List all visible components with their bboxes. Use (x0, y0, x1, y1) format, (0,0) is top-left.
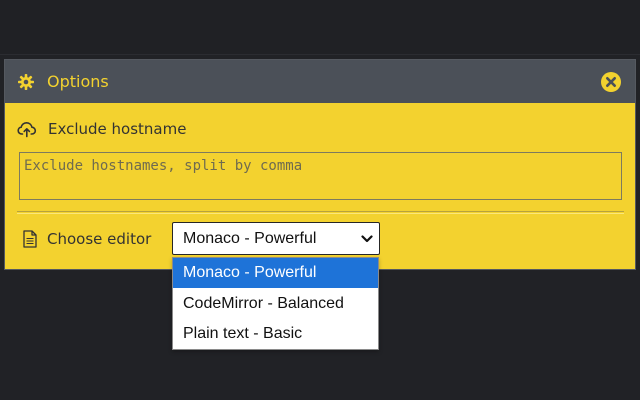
divider-highlight (17, 213, 624, 214)
app-window: Options Exclude hostname Choose editor M… (0, 0, 640, 400)
panel-title: Options (47, 72, 109, 91)
option-plain-text[interactable]: Plain text - Basic (173, 319, 378, 349)
options-panel: Options Exclude hostname Choose editor M… (4, 59, 636, 270)
gear-icon (18, 74, 34, 90)
editor-select-value: Monaco - Powerful (183, 230, 317, 247)
top-bar (0, 0, 640, 55)
exclude-hostnames-input[interactable] (19, 152, 622, 200)
exclude-hostname-label: Exclude hostname (48, 120, 187, 138)
close-icon[interactable] (601, 72, 621, 92)
editor-dropdown-menu: Monaco - Powerful CodeMirror - Balanced … (172, 257, 379, 350)
document-icon (23, 230, 37, 248)
choose-editor-label: Choose editor (47, 230, 152, 248)
option-monaco[interactable]: Monaco - Powerful (173, 258, 378, 288)
cloud-upload-icon (17, 122, 37, 138)
panel-header: Options (5, 60, 635, 103)
divider (17, 211, 624, 212)
option-codemirror[interactable]: CodeMirror - Balanced (173, 289, 378, 319)
chevron-down-icon (361, 235, 373, 243)
editor-select[interactable]: Monaco - Powerful (172, 222, 380, 255)
